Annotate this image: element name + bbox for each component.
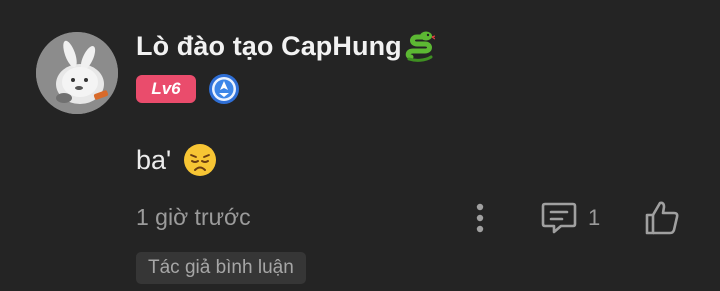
reply-count: 1 (588, 205, 601, 230)
timestamp: 1 giờ trước (136, 204, 251, 230)
reply-button[interactable]: 1 (540, 198, 600, 238)
author-tag: Tác giả bình luận (136, 252, 306, 284)
thumbs-up-icon (645, 201, 679, 235)
more-vertical-icon (476, 203, 484, 233)
avatar[interactable] (36, 32, 118, 114)
verified-icon (209, 74, 239, 104)
avatar-image (36, 32, 118, 114)
username-row: Lò đào tạo CapHung (136, 26, 435, 66)
snake-icon (405, 31, 435, 62)
level-badge: Lv6 (136, 75, 196, 103)
comment-item: Lò đào tạo CapHung Lv6 ba' 1 giờ trước 1… (0, 0, 720, 291)
comment-text: ba' (136, 144, 172, 175)
comment-body: ba' (136, 140, 217, 180)
comment-icon (541, 202, 577, 234)
like-button[interactable] (640, 196, 684, 240)
username[interactable]: Lò đào tạo CapHung (136, 31, 402, 62)
badges-row: Lv6 (136, 74, 240, 104)
disappointed-face-icon (184, 144, 217, 176)
more-options-button[interactable] (464, 198, 496, 238)
